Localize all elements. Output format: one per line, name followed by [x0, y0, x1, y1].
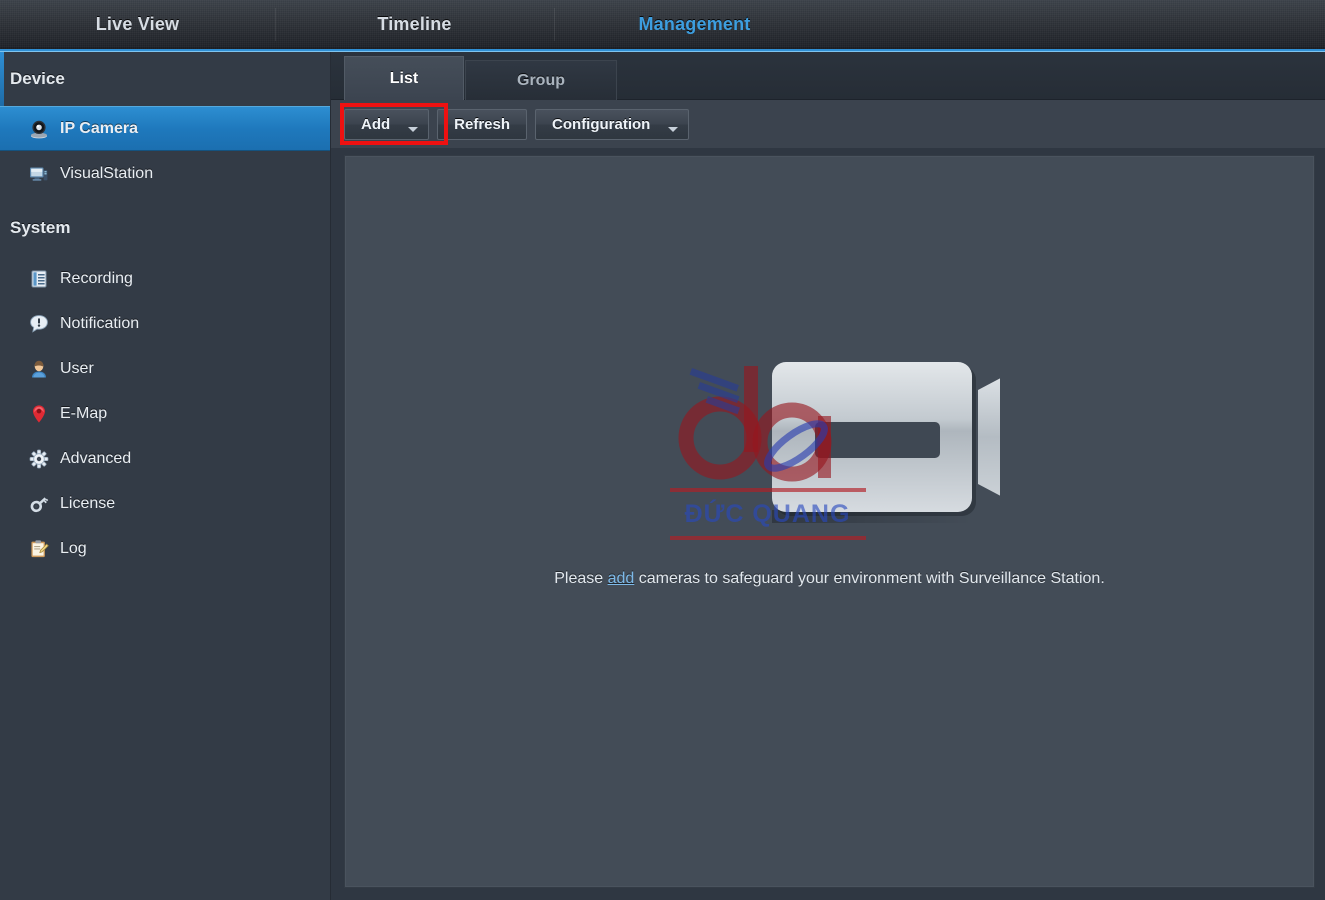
- sidebar: Device IP Camera VisualStation System Re…: [0, 52, 331, 900]
- notification-icon: [28, 313, 50, 335]
- nav-tab-timeline[interactable]: Timeline: [275, 0, 554, 49]
- nav-tab-timeline-label: Timeline: [377, 14, 452, 34]
- sidebar-item-user-label: User: [60, 359, 94, 377]
- empty-state-message: Please add cameras to safeguard your env…: [554, 570, 1105, 588]
- sidebar-item-ip-camera[interactable]: IP Camera: [0, 106, 330, 151]
- sidebar-item-advanced[interactable]: Advanced: [0, 436, 330, 481]
- sidebar-item-notification[interactable]: Notification: [0, 301, 330, 346]
- recording-icon: [28, 268, 50, 290]
- log-icon: [28, 538, 50, 560]
- nav-tab-live-view[interactable]: Live View: [0, 0, 275, 49]
- sidebar-item-license-label: License: [60, 494, 116, 512]
- sidebar-item-user[interactable]: User: [0, 346, 330, 391]
- sidebar-item-visualstation-label: VisualStation: [60, 164, 154, 182]
- sidebar-item-recording-label: Recording: [60, 269, 133, 287]
- sidebar-item-notification-label: Notification: [60, 314, 140, 332]
- sidebar-item-emap[interactable]: E-Map: [0, 391, 330, 436]
- tab-list-label: List: [389, 69, 419, 87]
- user-icon: [28, 358, 50, 380]
- sidebar-item-ip-camera-label: IP Camera: [60, 119, 138, 137]
- configuration-button[interactable]: Configuration: [535, 108, 690, 140]
- sidebar-item-license[interactable]: License: [0, 481, 330, 526]
- tab-group-label: Group: [517, 71, 565, 89]
- camera-list-panel: ĐỨC QUANG Please add cameras to safeguar…: [344, 155, 1315, 888]
- main-navigation-bar: Live View Timeline Management: [0, 0, 1325, 52]
- chevron-down-icon: [408, 126, 419, 132]
- panel-toolbar: Add Refresh Configuration: [331, 100, 1325, 148]
- sidebar-accent-bar: [0, 52, 4, 108]
- configuration-button-label: Configuration: [552, 115, 651, 133]
- add-button-label: Add: [361, 115, 391, 133]
- emap-icon: [28, 403, 50, 425]
- sidebar-item-visualstation[interactable]: VisualStation: [0, 151, 330, 196]
- chevron-down-icon: [668, 126, 679, 132]
- sidebar-item-recording[interactable]: Recording: [0, 256, 330, 301]
- nav-tab-live-view-label: Live View: [95, 14, 180, 34]
- camcorder-illustration: ĐỨC QUANG: [660, 352, 1016, 542]
- sidebar-item-log[interactable]: Log: [0, 526, 330, 571]
- nav-tab-management[interactable]: Management: [554, 0, 835, 49]
- sidebar-item-advanced-label: Advanced: [60, 449, 132, 467]
- sidebar-item-log-label: Log: [60, 539, 87, 557]
- add-cameras-link[interactable]: add: [608, 570, 635, 587]
- empty-message-before: Please: [554, 570, 608, 587]
- refresh-button-label: Refresh: [454, 115, 511, 133]
- refresh-button[interactable]: Refresh: [437, 108, 528, 140]
- tab-list[interactable]: List: [344, 56, 464, 100]
- sidebar-item-emap-label: E-Map: [60, 404, 108, 422]
- sidebar-group-device-label: Device: [10, 69, 65, 88]
- visualstation-icon: [28, 163, 50, 185]
- panel-tab-strip: List Group: [331, 52, 1325, 100]
- advanced-icon: [28, 448, 50, 470]
- camcorder-icon: [771, 362, 1016, 523]
- empty-state: ĐỨC QUANG Please add cameras to safeguar…: [345, 352, 1314, 588]
- license-icon: [28, 493, 50, 515]
- sidebar-group-system-label: System: [10, 218, 71, 237]
- sidebar-group-system: System: [0, 196, 330, 256]
- surveillance-station-app: Live View Timeline Management Device IP …: [0, 0, 1325, 900]
- tab-group[interactable]: Group: [465, 60, 617, 100]
- sidebar-group-device: Device: [0, 52, 330, 106]
- nav-tab-management-label: Management: [638, 14, 751, 34]
- empty-message-after: cameras to safeguard your environment wi…: [634, 570, 1105, 587]
- add-button[interactable]: Add: [344, 108, 430, 140]
- ip-camera-icon: [28, 118, 50, 140]
